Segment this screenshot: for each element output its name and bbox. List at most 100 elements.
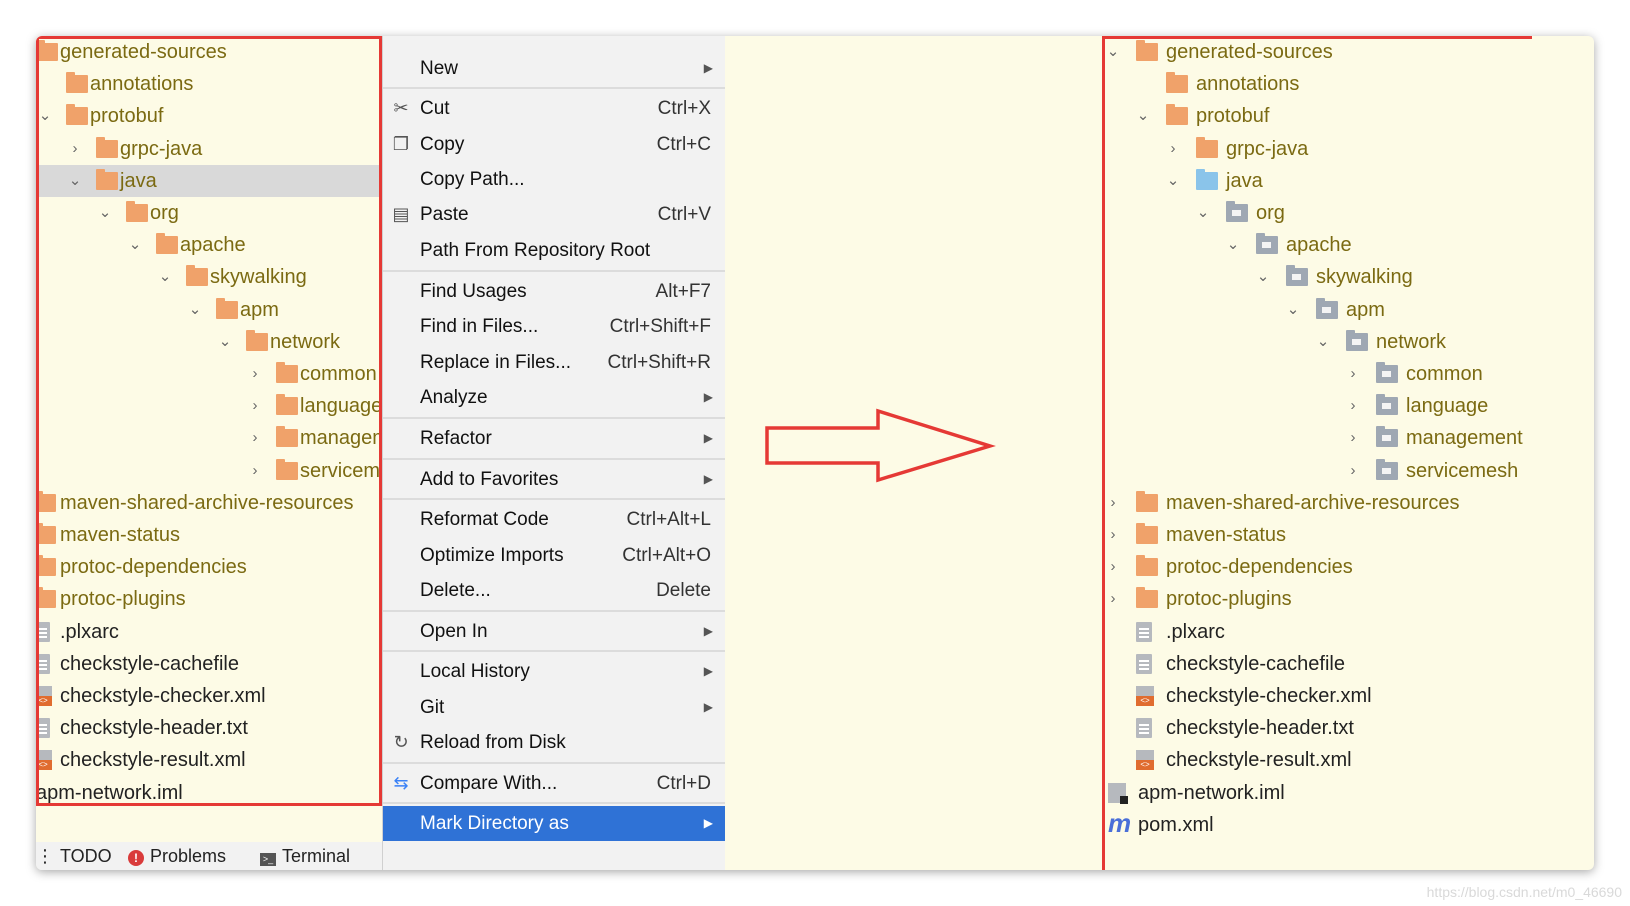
chevron-right-icon[interactable]: ›	[1104, 551, 1122, 583]
iml-file-icon	[1108, 782, 1128, 804]
tree-item-label: network	[1376, 330, 1447, 353]
tree-item-label: checkstyle-header.txt	[1166, 717, 1354, 740]
tree-item-label: apache	[1286, 234, 1352, 257]
error-icon: !	[128, 850, 144, 866]
xml-file-icon	[1136, 686, 1154, 706]
file-icon	[1136, 653, 1152, 674]
package-icon	[1226, 201, 1248, 222]
tree-item-label: management	[1406, 427, 1523, 450]
tree-item-label: maven-status	[1166, 524, 1287, 546]
tree-item-label: apm-network.iml	[1138, 781, 1285, 804]
tree-item-label: annotations	[1196, 73, 1300, 96]
tree-item-label: checkstyle-result.xml	[1166, 749, 1352, 772]
todo-tab[interactable]: ⋮ TODO	[36, 842, 112, 870]
terminal-tab[interactable]: >_ Terminal	[260, 842, 350, 870]
tree-item-label: pom.xml	[1138, 813, 1214, 836]
folder-icon	[1196, 136, 1218, 158]
tree-item-label: skywalking	[1316, 266, 1413, 289]
problems-tab[interactable]: ! Problems	[128, 842, 226, 870]
package-icon	[1286, 265, 1308, 287]
maven-icon: m	[1108, 807, 1132, 838]
chevron-right-icon[interactable]: ›	[1104, 487, 1122, 519]
terminal-icon: >_	[260, 853, 276, 866]
right-tree-row[interactable]: › maven-shared-archive-resources	[36, 487, 1532, 519]
chevron-down-icon[interactable]: ⌄	[1134, 100, 1152, 132]
tree-item-label: checkstyle-cachefile	[1166, 652, 1345, 675]
package-icon	[1376, 458, 1398, 480]
tool-window-bar: ⋮ TODO ! Problems >_ Terminal	[36, 842, 382, 870]
package-icon	[1316, 297, 1338, 319]
right-tree-row[interactable]: › protoc-plugins	[36, 583, 1532, 615]
folder-icon	[1136, 490, 1158, 512]
tree-item-label: servicemesh	[1406, 459, 1519, 482]
chevron-down-icon[interactable]: ⌄	[1254, 261, 1272, 293]
right-tree-row[interactable]: ⌄ protobuf	[36, 100, 1532, 132]
tree-item-label: language	[1406, 395, 1489, 418]
chevron-right-icon[interactable]: ›	[1104, 583, 1122, 615]
folder-icon	[1136, 555, 1158, 577]
folder-icon	[1136, 523, 1158, 544]
file-icon	[1136, 621, 1152, 642]
right-tree-row[interactable]: ⌄ java	[36, 165, 1532, 197]
right-tree-row[interactable]: › protoc-dependencies	[36, 551, 1532, 583]
file-icon	[1136, 718, 1152, 739]
chevron-down-icon[interactable]: ⌄	[1164, 165, 1182, 197]
problems-tab-label: Problems	[150, 846, 227, 866]
tree-item-label: apm	[1346, 298, 1385, 321]
right-tree-row[interactable]: › grpc-java	[36, 133, 1532, 165]
right-tree-row[interactable]: m pom.xml	[36, 809, 1532, 841]
right-tree-row[interactable]: › management	[36, 422, 1532, 454]
package-icon	[1346, 329, 1368, 351]
folder-icon	[1136, 40, 1158, 61]
tree-item-label: common	[1406, 363, 1483, 385]
package-icon	[1256, 233, 1278, 255]
right-tree-row[interactable]: .plxarc	[36, 616, 1532, 648]
chevron-down-icon[interactable]: ⌄	[1194, 197, 1212, 229]
tree-item-label: .plxarc	[1166, 620, 1225, 643]
chevron-right-icon[interactable]: ›	[1164, 133, 1182, 165]
source-root-folder-icon	[1196, 168, 1218, 190]
right-tree-row[interactable]: › maven-status	[36, 519, 1532, 551]
right-tree-row[interactable]: checkstyle-header.txt	[36, 712, 1532, 744]
right-tree-row[interactable]: › language	[36, 390, 1532, 422]
chevron-right-icon[interactable]: ›	[1344, 358, 1362, 390]
folder-icon	[1166, 72, 1188, 94]
package-icon	[1376, 362, 1398, 383]
right-tree-row[interactable]: ⌄ apm	[36, 294, 1532, 326]
tree-item-label: protoc-plugins	[1166, 588, 1292, 611]
chevron-right-icon[interactable]: ›	[1104, 519, 1122, 551]
chevron-down-icon[interactable]: ⌄	[1284, 294, 1302, 326]
right-tree-row[interactable]: apm-network.iml	[36, 777, 1532, 809]
tree-item-label: maven-shared-archive-resources	[1166, 491, 1460, 514]
right-tree-row[interactable]: checkstyle-checker.xml	[36, 680, 1532, 712]
tree-item-label: org	[1256, 202, 1285, 224]
right-tree-row[interactable]: ⌄ skywalking	[36, 261, 1532, 293]
right-tree-row[interactable]: › common	[36, 358, 1532, 390]
right-tree-row[interactable]: › servicemesh	[36, 455, 1532, 487]
chevron-right-icon[interactable]: ›	[1344, 455, 1362, 487]
chevron-right-icon[interactable]: ›	[1344, 422, 1362, 454]
chevron-right-icon[interactable]: ›	[1344, 390, 1362, 422]
right-tree-row[interactable]: checkstyle-cachefile	[36, 648, 1532, 680]
tree-item-label: grpc-java	[1226, 137, 1309, 160]
right-tree-row[interactable]: ⌄ network	[36, 326, 1532, 358]
folder-icon	[1166, 104, 1188, 126]
right-tree-row[interactable]: checkstyle-result.xml	[36, 744, 1532, 776]
right-tree-row[interactable]: annotations	[36, 68, 1532, 100]
package-icon	[1376, 426, 1398, 448]
folder-icon	[1136, 587, 1158, 609]
image-url-caption: https://blog.csdn.net/m0_46690	[1426, 884, 1622, 900]
chevron-down-icon[interactable]: ⌄	[1224, 229, 1242, 261]
package-icon	[1376, 394, 1398, 416]
tree-item-label: java	[1226, 169, 1263, 192]
screenshot-card: generated-sources annotations ⌄ protobuf › gr…	[36, 36, 1594, 870]
right-tree-row[interactable]: ⌄ generated-sources	[36, 36, 1532, 68]
chevron-down-icon[interactable]: ⌄	[1104, 36, 1122, 68]
terminal-tab-label: Terminal	[282, 846, 351, 866]
right-tree-row[interactable]: ⌄ apache	[36, 229, 1532, 261]
right-tree-row[interactable]: ⌄ org	[36, 197, 1532, 229]
tree-item-label: protoc-dependencies	[1166, 556, 1353, 579]
list-icon: ⋮	[36, 846, 54, 866]
tree-item-label: protobuf	[1196, 105, 1270, 128]
chevron-down-icon[interactable]: ⌄	[1314, 326, 1332, 358]
